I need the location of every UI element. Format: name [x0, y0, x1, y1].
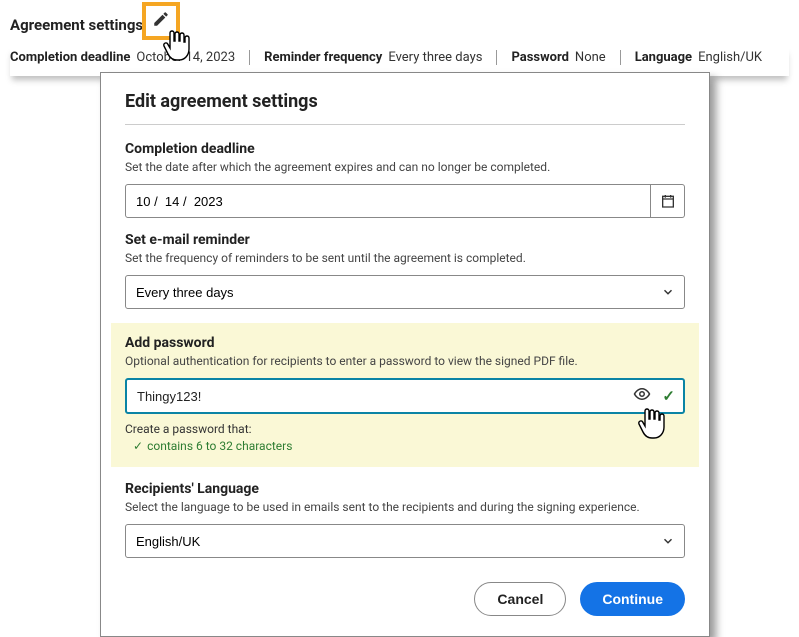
- section-title: Set e-mail reminder: [125, 232, 685, 248]
- section-desc: Set the date after which the agreement e…: [125, 160, 685, 174]
- meta-label: Password: [511, 50, 568, 65]
- password-input[interactable]: [125, 378, 685, 414]
- toggle-password-visibility-button[interactable]: [633, 385, 651, 407]
- add-password-section: Add password Optional authentication for…: [111, 323, 699, 467]
- password-rule: ✓ contains 6 to 32 characters: [125, 439, 685, 453]
- section-title: Completion deadline: [125, 141, 685, 157]
- section-title: Recipients' Language: [125, 481, 685, 497]
- hand-cursor-icon: [162, 28, 192, 62]
- meta-label: Reminder frequency: [264, 50, 382, 65]
- divider: [125, 124, 685, 125]
- language-select[interactable]: English/UK: [125, 524, 685, 558]
- meta-language: Language English/UK: [621, 50, 776, 65]
- email-reminder-section: Set e-mail reminder Set the frequency of…: [125, 232, 685, 309]
- completion-deadline-section: Completion deadline Set the date after w…: [125, 141, 685, 218]
- page-title: Agreement settings: [10, 16, 143, 34]
- select-value: Every three days: [136, 285, 234, 300]
- check-icon: ✓: [133, 439, 143, 453]
- password-rule-text: contains 6 to 32 characters: [147, 439, 292, 453]
- calendar-button[interactable]: [651, 184, 685, 218]
- section-title: Add password: [125, 335, 685, 351]
- continue-button[interactable]: Continue: [580, 582, 685, 616]
- dialog-title: Edit agreement settings: [125, 91, 685, 112]
- meta-label: Language: [635, 50, 692, 65]
- edit-agreement-dialog: Edit agreement settings Completion deadl…: [100, 72, 710, 637]
- completion-date-input[interactable]: [125, 184, 651, 218]
- pencil-icon: [152, 10, 170, 28]
- meta-value: None: [575, 50, 606, 65]
- hand-cursor-icon: [637, 406, 667, 440]
- reminder-frequency-select[interactable]: Every three days: [125, 275, 685, 309]
- edit-settings-button[interactable]: [142, 2, 180, 40]
- meta-value: English/UK: [698, 50, 762, 65]
- section-desc: Select the language to be used in emails…: [125, 500, 685, 514]
- meta-password: Password None: [497, 50, 620, 65]
- eye-icon: [633, 385, 651, 403]
- meta-completion: Completion deadline October 14, 2023: [10, 50, 250, 65]
- header-bar: Agreement settings Completion deadline O…: [0, 0, 799, 76]
- validation-check-icon: ✓: [662, 387, 675, 405]
- calendar-icon: [660, 193, 676, 209]
- section-desc: Optional authentication for recipients t…: [125, 354, 685, 368]
- cancel-button[interactable]: Cancel: [474, 582, 566, 616]
- meta-reminder: Reminder frequency Every three days: [250, 50, 497, 65]
- recipients-language-section: Recipients' Language Select the language…: [125, 481, 685, 558]
- meta-label: Completion deadline: [10, 50, 130, 65]
- dialog-button-row: Cancel Continue: [125, 582, 685, 616]
- section-desc: Set the frequency of reminders to be sen…: [125, 251, 685, 265]
- select-value: English/UK: [136, 534, 200, 549]
- password-hint: Create a password that:: [125, 422, 685, 436]
- meta-value: Every three days: [388, 50, 482, 65]
